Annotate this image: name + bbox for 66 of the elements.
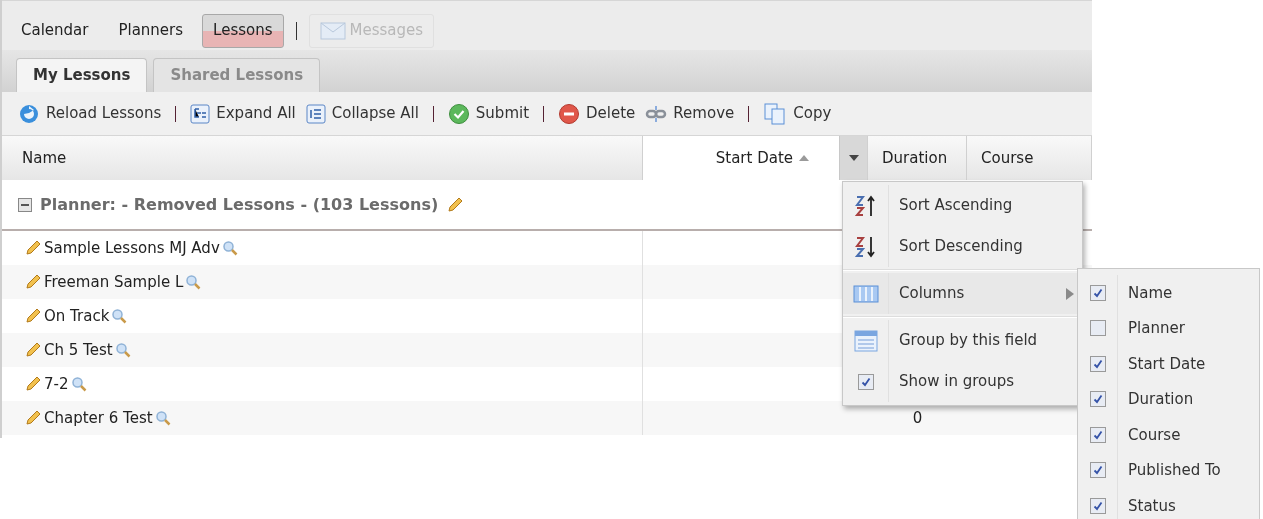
envelope-icon <box>319 21 346 40</box>
checkbox[interactable] <box>1089 320 1106 337</box>
column-header[interactable]: Start Date <box>643 136 868 180</box>
group-title: Planner: - Removed Lessons - (103 Lessons) <box>40 193 439 216</box>
pencil-icon <box>24 375 42 393</box>
column-option[interactable]: Published To <box>1078 452 1259 488</box>
check-icon <box>1092 287 1103 298</box>
column-menu-trigger[interactable] <box>839 136 867 180</box>
toolbar-button[interactable]: Submit <box>447 102 530 125</box>
tab[interactable]: My Lessons <box>16 58 148 92</box>
pencil-icon <box>24 409 42 427</box>
checkbox[interactable] <box>1089 497 1106 514</box>
checkbox[interactable] <box>1089 355 1106 372</box>
menu-item[interactable]: Sort Ascending <box>843 185 1082 226</box>
checkbox[interactable] <box>1089 391 1106 408</box>
checkbox[interactable] <box>1089 284 1106 301</box>
pencil-icon <box>24 307 42 325</box>
column-option[interactable]: Course <box>1078 417 1259 453</box>
list-icon <box>305 103 326 124</box>
check-circle-icon <box>447 102 470 125</box>
column-label: Start Date <box>715 147 793 169</box>
checkbox[interactable] <box>1089 426 1106 443</box>
copy-icon <box>763 101 788 126</box>
group-icon <box>853 329 878 352</box>
pencil-icon <box>446 195 465 214</box>
tree-icon <box>190 103 211 124</box>
nav-tab[interactable]: Planners <box>107 13 195 48</box>
check-icon <box>860 376 871 387</box>
magnifier-icon[interactable] <box>111 308 128 324</box>
lesson-name[interactable]: Chapter 6 Test <box>44 406 153 430</box>
minus-circle-icon <box>558 102 581 125</box>
nav-tab[interactable]: Lessons <box>202 13 284 48</box>
toolbar-button[interactable]: Collapse All <box>305 102 419 125</box>
submenu-arrow-icon <box>1066 287 1074 300</box>
lesson-name[interactable]: On Track <box>44 304 110 328</box>
toolbar-button[interactable]: Expand All <box>190 102 296 125</box>
check-icon <box>1092 500 1103 511</box>
reload-icon <box>18 102 40 125</box>
menu-item[interactable]: Sort Descending <box>843 226 1082 267</box>
lesson-name[interactable]: Freeman Sample L <box>44 270 184 294</box>
checkbox[interactable] <box>857 373 874 390</box>
sort-descending-icon <box>853 234 878 259</box>
lesson-name[interactable]: Sample Lessons MJ Adv <box>44 236 220 260</box>
checkbox[interactable] <box>1089 462 1106 479</box>
caret-icon <box>848 155 859 161</box>
pencil-icon <box>24 239 42 257</box>
column-option[interactable]: Status <box>1078 488 1259 519</box>
toolbar-button[interactable]: Copy <box>763 101 832 126</box>
check-icon <box>1092 465 1103 476</box>
lesson-name[interactable]: 7-2 <box>44 372 69 396</box>
pencil-icon <box>24 273 42 291</box>
nav-tab[interactable]: Calendar <box>10 13 100 48</box>
duration-value: 0 <box>912 407 923 429</box>
toolbar-button[interactable]: Remove <box>645 102 735 125</box>
sort-ascending-icon <box>853 193 878 218</box>
lesson-name[interactable]: Ch 5 Test <box>44 338 113 362</box>
toolbar-button[interactable]: Reload Lessons <box>18 102 162 125</box>
magnifier-icon[interactable] <box>70 376 87 392</box>
check-icon <box>1092 429 1103 440</box>
columns-icon <box>852 283 879 304</box>
toolbar-button[interactable]: Delete <box>558 102 636 125</box>
magnifier-icon[interactable] <box>221 240 238 256</box>
collapse-toggle-icon[interactable] <box>18 197 32 212</box>
pencil-icon <box>24 341 42 359</box>
check-icon <box>1092 394 1103 405</box>
check-icon <box>1092 358 1103 369</box>
